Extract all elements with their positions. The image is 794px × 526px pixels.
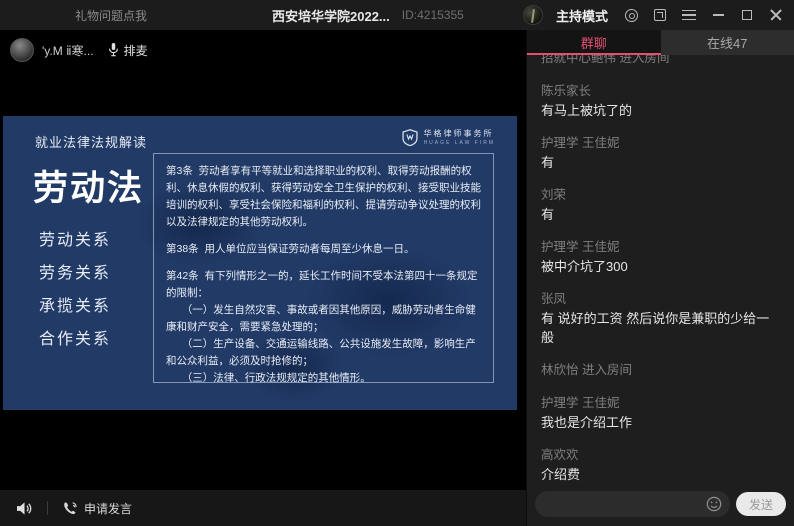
spacer: [166, 231, 481, 241]
slide-menu-item: 劳动关系: [39, 232, 111, 250]
shield-icon: [402, 129, 418, 146]
chat-system-text: 招就中心鲍伟 进入房间: [541, 55, 780, 68]
slide-title: 劳动法: [33, 160, 144, 211]
logo-text-cn: 华格律师事务所: [424, 128, 495, 139]
stage-bottombar: 申请发言: [0, 490, 526, 526]
chat-input-wrap: [535, 491, 730, 517]
chat-panel: 群聊 在线47 有乔文锐 进入房间招就中心鲍伟 进入房间陈乐家长有马上被坑了的护…: [526, 30, 794, 526]
chat-message: 刘荣有: [541, 186, 780, 224]
logo-text-en: HUAGE LAW FIRM: [424, 140, 495, 146]
chat-username: 张凤: [541, 290, 780, 309]
chat-message-text: 有: [541, 153, 780, 172]
streamer-name: 'y.M ⅱ寒...: [42, 42, 94, 59]
maximize-button[interactable]: [739, 7, 755, 23]
streamer-avatar[interactable]: [10, 38, 34, 62]
divider: [47, 501, 48, 515]
titlebar: 礼物问题点我 西安培华学院2022... ID:4215355 主持模式: [0, 0, 794, 30]
chat-message: 护理学 王佳妮我也是介绍工作: [541, 394, 780, 432]
chat-message: 陈乐家长有马上被坑了的: [541, 82, 780, 120]
request-speak-button[interactable]: 申请发言: [62, 500, 132, 517]
room-id: ID:4215355: [402, 8, 464, 22]
mic-queue-button[interactable]: 排麦: [108, 42, 148, 59]
request-speak-label: 申请发言: [84, 500, 132, 517]
slide-header: 就业法律法规解读: [35, 132, 147, 151]
close-button[interactable]: [768, 7, 784, 23]
host-avatar[interactable]: [523, 5, 543, 25]
law-article-line: （二）生产设备、交通运输线路、公共设施发生故障，影响生产和公众利益，必须及时抢修…: [166, 336, 481, 370]
streamer-userbar: 'y.M ⅱ寒... 排麦: [10, 38, 148, 62]
chat-message-text: 有马上被坑了的: [541, 101, 780, 120]
tab-online-users[interactable]: 在线47: [661, 30, 794, 55]
chat-input[interactable]: [547, 497, 706, 511]
microphone-icon: [108, 43, 119, 57]
chat-message: 护理学 王佳妮被中介坑了300: [541, 238, 780, 276]
presentation-slide: 就业法律法规解读 华格律师事务所 HUAGE LAW FIRM 劳动法 劳动关系…: [3, 116, 517, 410]
chat-message-text: 介绍费: [541, 465, 780, 484]
emoji-icon[interactable]: [706, 496, 722, 512]
popout-icon[interactable]: [652, 7, 668, 23]
chat-message: 高欢欢介绍费: [541, 446, 780, 484]
chat-message: 护理学 王佳妮有: [541, 134, 780, 172]
law-article-line: 第38条 用人单位应当保证劳动者每周至少休息一日。: [166, 241, 481, 258]
spacer: [166, 258, 481, 268]
chat-username: 陈乐家长: [541, 82, 780, 101]
chat-username: 护理学 王佳妮: [541, 134, 780, 153]
chat-username: 护理学 王佳妮: [541, 394, 780, 413]
send-button[interactable]: 发送: [736, 492, 786, 516]
record-icon[interactable]: [623, 7, 639, 23]
chat-message-text: 被中介坑了300: [541, 257, 780, 276]
law-text-box: 第3条 劳动者享有平等就业和选择职业的权利、取得劳动报酬的权利、休息休假的权利、…: [153, 153, 494, 383]
law-article-line: 第42条 有下列情形之一的，延长工作时间不受本法第四十一条规定的限制：: [166, 268, 481, 302]
chat-system-message: 林欣怡 进入房间: [541, 361, 780, 380]
slide-menu: 劳动关系劳务关系承揽关系合作关系: [39, 232, 111, 364]
room-title-group: 西安培华学院2022... ID:4215355: [272, 6, 464, 25]
host-mode-label: 主持模式: [556, 6, 608, 25]
app-window: 礼物问题点我 西安培华学院2022... ID:4215355 主持模式 'y.…: [0, 0, 794, 526]
law-article-line: （一）发生自然灾害、事故或者因其他原因，威胁劳动者生命健康和财产安全，需要紧急处…: [166, 302, 481, 336]
slide-menu-item: 合作关系: [39, 331, 111, 349]
chat-message-text: 有: [541, 205, 780, 224]
chat-system-message: 招就中心鲍伟 进入房间: [541, 55, 780, 68]
chat-message-text: 我也是介绍工作: [541, 413, 780, 432]
chat-message: 张凤有 说好的工资 然后说你是兼职的少给一般: [541, 290, 780, 347]
law-article-line: 第3条 劳动者享有平等就业和选择职业的权利、取得劳动报酬的权利、休息休假的权利、…: [166, 163, 481, 231]
tab-group-chat[interactable]: 群聊: [527, 30, 661, 55]
chat-message-list[interactable]: 有乔文锐 进入房间招就中心鲍伟 进入房间陈乐家长有马上被坑了的护理学 王佳妮有刘…: [527, 55, 794, 488]
speaker-icon: [16, 501, 33, 516]
chat-tabs: 群聊 在线47: [527, 30, 794, 55]
chat-message-text: 有 说好的工资 然后说你是兼职的少给一般: [541, 309, 780, 347]
minimize-button[interactable]: [710, 7, 726, 23]
chat-input-bar: 发送: [527, 488, 794, 526]
request-speak-icon: [62, 501, 78, 516]
gift-notice-link[interactable]: 礼物问题点我: [75, 7, 147, 24]
menu-icon[interactable]: [681, 7, 697, 23]
law-article-line: （三）法律、行政法规规定的其他情形。: [166, 370, 481, 387]
law-firm-logo: 华格律师事务所 HUAGE LAW FIRM: [402, 128, 495, 146]
chat-username: 刘荣: [541, 186, 780, 205]
chat-system-text: 林欣怡 进入房间: [541, 361, 780, 380]
room-title: 西安培华学院2022...: [272, 6, 390, 25]
speaker-button[interactable]: [16, 501, 33, 516]
slide-menu-item: 劳务关系: [39, 265, 111, 283]
video-stage: 'y.M ⅱ寒... 排麦 就业法律法规解读: [0, 30, 526, 526]
mic-queue-label: 排麦: [124, 42, 148, 59]
slide-menu-item: 承揽关系: [39, 298, 111, 316]
chat-username: 护理学 王佳妮: [541, 238, 780, 257]
chat-username: 高欢欢: [541, 446, 780, 465]
